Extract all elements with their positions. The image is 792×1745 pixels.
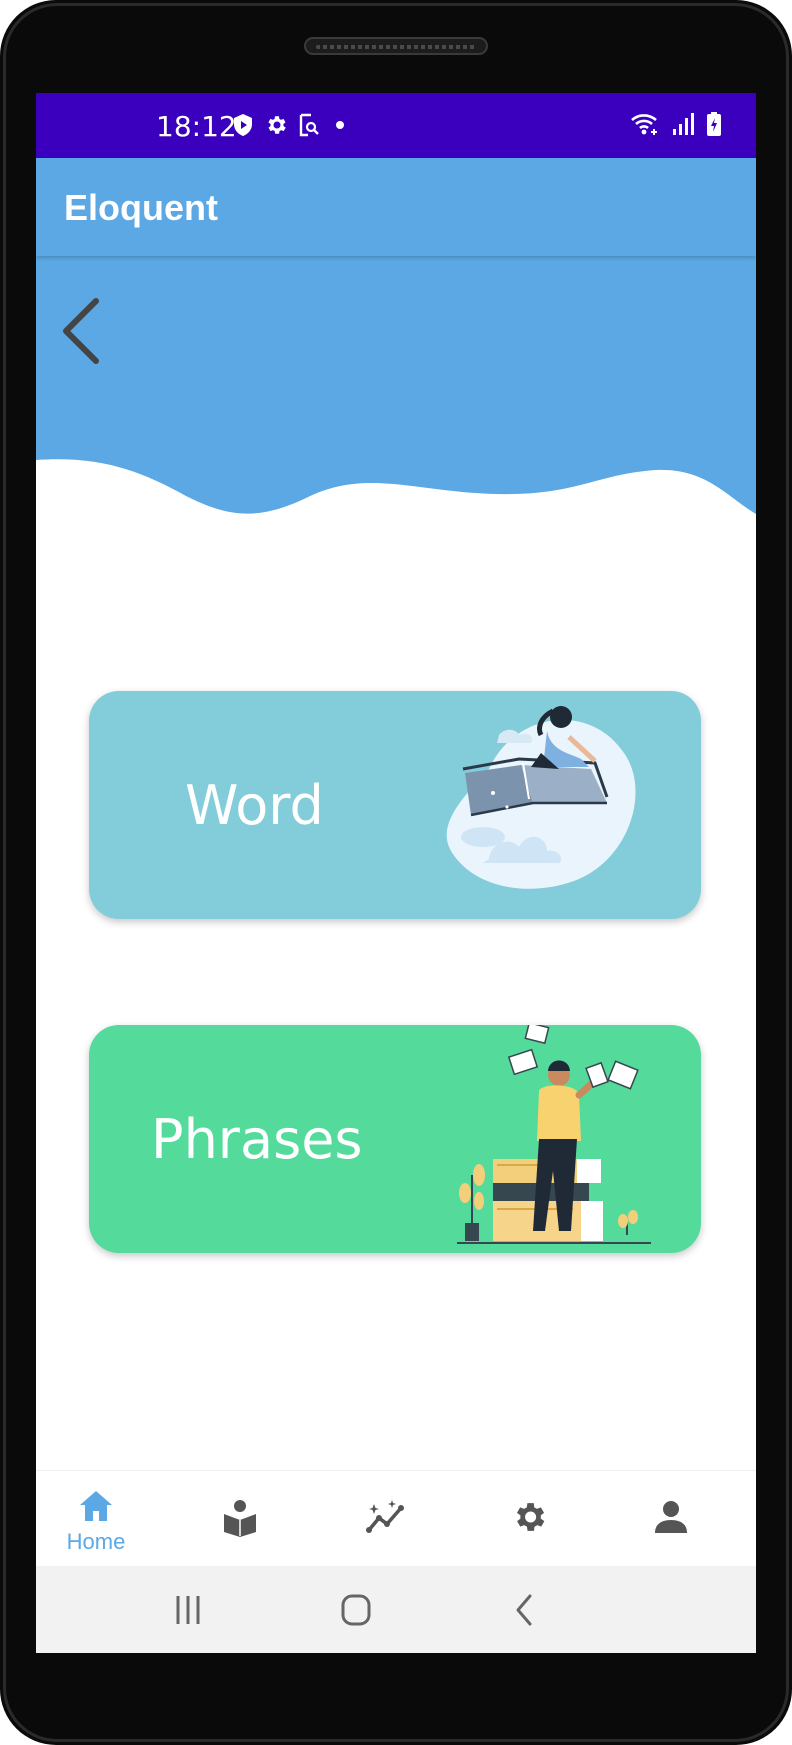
app-bar: Eloquent <box>36 158 756 256</box>
system-nav-bar <box>36 1566 756 1653</box>
reading-on-flying-book-illustration <box>446 706 636 889</box>
earpiece-speaker <box>304 37 488 55</box>
status-bar: 18:12 <box>36 93 756 158</box>
signal-icon <box>673 113 694 135</box>
phrases-card[interactable]: Phrases <box>89 1025 701 1253</box>
phrases-card-label: Phrases <box>151 1107 363 1171</box>
gear-icon <box>516 1503 545 1531</box>
dot-icon <box>336 121 344 129</box>
nav-item-profile[interactable] <box>612 1471 732 1567</box>
app-title: Eloquent <box>64 187 218 228</box>
nav-item-reader[interactable] <box>180 1471 300 1567</box>
progress-chart-icon <box>366 1500 404 1533</box>
home-circle-icon[interactable] <box>326 1588 386 1632</box>
nav-item-progress[interactable] <box>324 1471 444 1567</box>
header-wave <box>36 256 756 514</box>
phone-frame: 18:12 Eloquent Word Phrases Home <box>0 0 792 1745</box>
screen: 18:12 Eloquent Word Phrases Home <box>36 93 756 1653</box>
status-icons-left <box>232 113 350 137</box>
recents-icon[interactable] <box>158 1588 218 1632</box>
nav-item-home[interactable]: Home <box>36 1471 156 1567</box>
home-icon <box>80 1491 112 1521</box>
status-icons-right <box>630 111 722 137</box>
nav-label-home: Home <box>66 1529 126 1554</box>
screen-search-icon <box>299 113 319 137</box>
shield-icon <box>234 114 252 136</box>
wifi-icon <box>631 114 657 135</box>
bottom-nav: Home <box>36 1470 756 1567</box>
back-chevron-icon[interactable] <box>494 1588 554 1632</box>
person-reading-with-book-stack-illustration <box>457 1025 651 1244</box>
battery-charging-icon <box>707 112 721 136</box>
gear-icon <box>268 116 286 134</box>
reader-book-icon <box>224 1500 256 1537</box>
word-card-label: Word <box>185 773 324 837</box>
chevron-left-icon[interactable] <box>58 295 106 367</box>
person-icon <box>655 1501 687 1533</box>
status-time: 18:12 <box>156 110 237 143</box>
nav-item-settings[interactable] <box>468 1471 588 1567</box>
word-card[interactable]: Word <box>89 691 701 919</box>
